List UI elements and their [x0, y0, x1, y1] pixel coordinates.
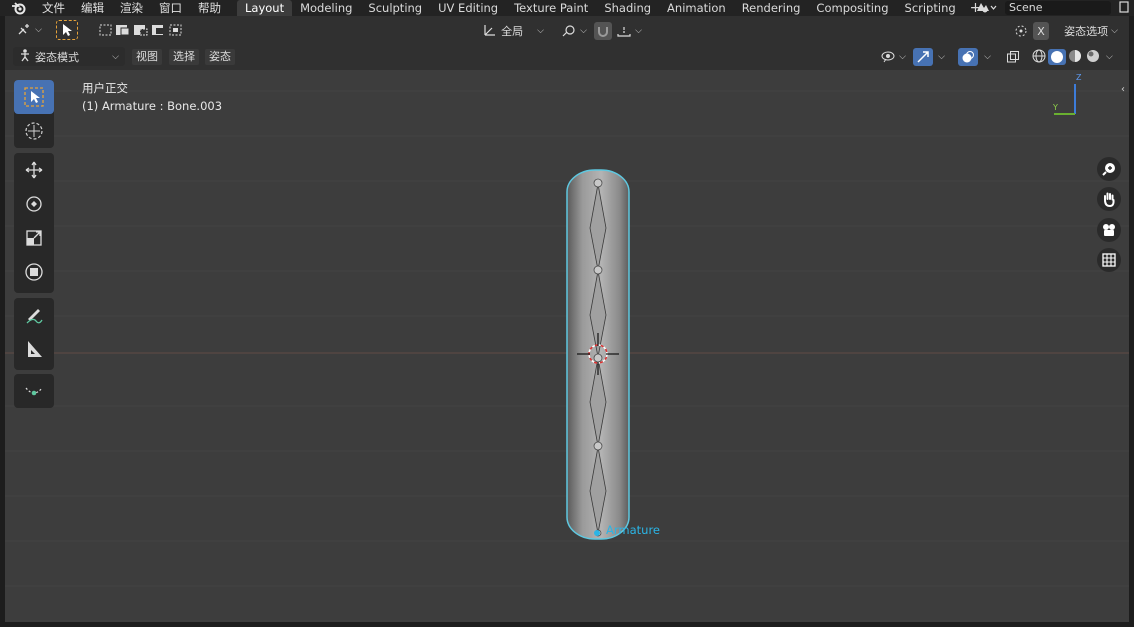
new-scene-icon[interactable] [1119, 0, 1129, 17]
camera-view-icon[interactable] [1097, 218, 1121, 242]
tab-animation[interactable]: Animation [659, 0, 734, 16]
status-bar [0, 622, 1134, 627]
orientation-label: 全局 [501, 25, 524, 38]
scale-tool[interactable] [14, 221, 54, 255]
tool-group-transform [14, 153, 54, 293]
top-bar: 文件 编辑 渲染 窗口 帮助 Layout Modeling Sculpting… [0, 0, 1134, 16]
pose-options-label: 姿态选项 [1064, 25, 1109, 38]
gizmo-toggle[interactable] [913, 48, 933, 66]
mode-label: 姿态模式 [35, 50, 79, 64]
menu-edit[interactable]: 编辑 [73, 0, 112, 16]
rotate-tool[interactable] [14, 187, 54, 221]
xray-toggle-icon[interactable] [1003, 47, 1023, 67]
select-extend-icon[interactable] [114, 23, 132, 40]
tab-compositing[interactable]: Compositing [808, 0, 896, 16]
x-mirror-toggle[interactable]: X [1033, 22, 1049, 40]
tab-layout[interactable]: Layout [237, 0, 293, 16]
tab-sculpting[interactable]: Sculpting [360, 0, 430, 16]
cursor-tool[interactable] [14, 114, 54, 148]
view-name-label: 用户正交 [82, 81, 128, 95]
breakdowner-tool[interactable] [14, 374, 54, 408]
shading-dropdown[interactable]: ⌵ [1106, 52, 1113, 62]
gizmo-axis-z: Z [1076, 73, 1082, 82]
annotate-tool[interactable] [14, 298, 54, 332]
transform-tool[interactable] [14, 255, 54, 289]
tool-group-select [14, 80, 54, 148]
gizmo-axis-y: Y [1053, 103, 1058, 112]
menu-help[interactable]: 帮助 [190, 0, 229, 16]
interaction-mode-select[interactable]: 姿态模式 ⌵ [13, 47, 125, 66]
rendered-shading-icon[interactable] [1084, 48, 1102, 67]
visibility-select[interactable]: ⌵ [878, 47, 908, 67]
tab-scripting[interactable]: Scripting [897, 0, 964, 16]
pose-mode-icon [18, 48, 32, 65]
workspace-tabs: Layout Modeling Sculpting UV Editing Tex… [237, 0, 987, 16]
pivot-point-select[interactable]: ⌵ [559, 21, 589, 41]
tab-shading[interactable]: Shading [596, 0, 659, 16]
object-origin-dot [594, 530, 600, 536]
scene-selector: Scene [975, 0, 1129, 16]
perspective-grid-icon[interactable] [1097, 248, 1121, 272]
blender-logo-icon[interactable] [10, 0, 28, 16]
tool-group-annotate [14, 298, 54, 370]
selection-mode-group [94, 21, 188, 41]
viewport-canvas [5, 84, 1129, 587]
pan-hand-icon[interactable] [1097, 187, 1121, 211]
snap-toggle[interactable] [594, 22, 612, 40]
select-intersect-icon[interactable] [168, 23, 184, 40]
pose-options-dropdown[interactable]: 姿态选项 ⌵ [1058, 21, 1124, 41]
solid-shading-icon[interactable] [1048, 49, 1066, 65]
tool-settings-icon[interactable]: ⌵ [14, 20, 44, 40]
menu-render[interactable]: 渲染 [112, 0, 151, 16]
object-info-label: (1) Armature : Bone.003 [82, 99, 223, 113]
select-mode-icon[interactable] [56, 20, 78, 40]
menu-view[interactable]: 视图 [132, 49, 162, 65]
select-box-tool[interactable] [14, 80, 54, 114]
material-shading-icon[interactable] [1066, 48, 1084, 67]
menu-file[interactable]: 文件 [34, 0, 73, 16]
tab-uv-editing[interactable]: UV Editing [430, 0, 506, 16]
measure-tool[interactable] [14, 332, 54, 366]
tool-group-pose [14, 374, 54, 408]
3d-viewport[interactable]: ‹ Y Z [5, 70, 1129, 622]
move-tool[interactable] [14, 153, 54, 187]
tab-rendering[interactable]: Rendering [734, 0, 809, 16]
scene-name-field[interactable]: Scene [1005, 1, 1111, 15]
snap-target-select[interactable]: ⌵ [614, 21, 644, 41]
tab-texture-paint[interactable]: Texture Paint [506, 0, 596, 16]
shading-modes: ⌵ [1030, 47, 1122, 67]
zoom-icon[interactable] [1097, 157, 1121, 181]
scene-icon[interactable] [975, 0, 997, 17]
region-toggle-arrow[interactable]: ‹ [1121, 84, 1125, 95]
overlay-extra-icon[interactable] [1011, 21, 1031, 41]
overlays-toggle[interactable] [958, 48, 978, 66]
orientation-icon [482, 23, 498, 40]
menu-window[interactable]: 窗口 [151, 0, 190, 16]
tab-modeling[interactable]: Modeling [292, 0, 360, 16]
wireframe-shading-icon[interactable] [1030, 48, 1048, 67]
right-border [1129, 16, 1134, 622]
select-new-icon[interactable] [98, 23, 114, 40]
overlays-dropdown[interactable]: ⌵ [978, 47, 994, 67]
select-invert-icon[interactable] [150, 23, 168, 40]
armature-name-label: Armature [606, 523, 660, 537]
menu-pose[interactable]: 姿态 [205, 49, 235, 65]
gizmo-dropdown[interactable]: ⌵ [933, 47, 947, 67]
menu-select[interactable]: 选择 [169, 49, 199, 65]
transform-orientation-select[interactable]: 全局 ⌵ [473, 21, 553, 41]
select-subtract-icon[interactable] [132, 23, 150, 40]
